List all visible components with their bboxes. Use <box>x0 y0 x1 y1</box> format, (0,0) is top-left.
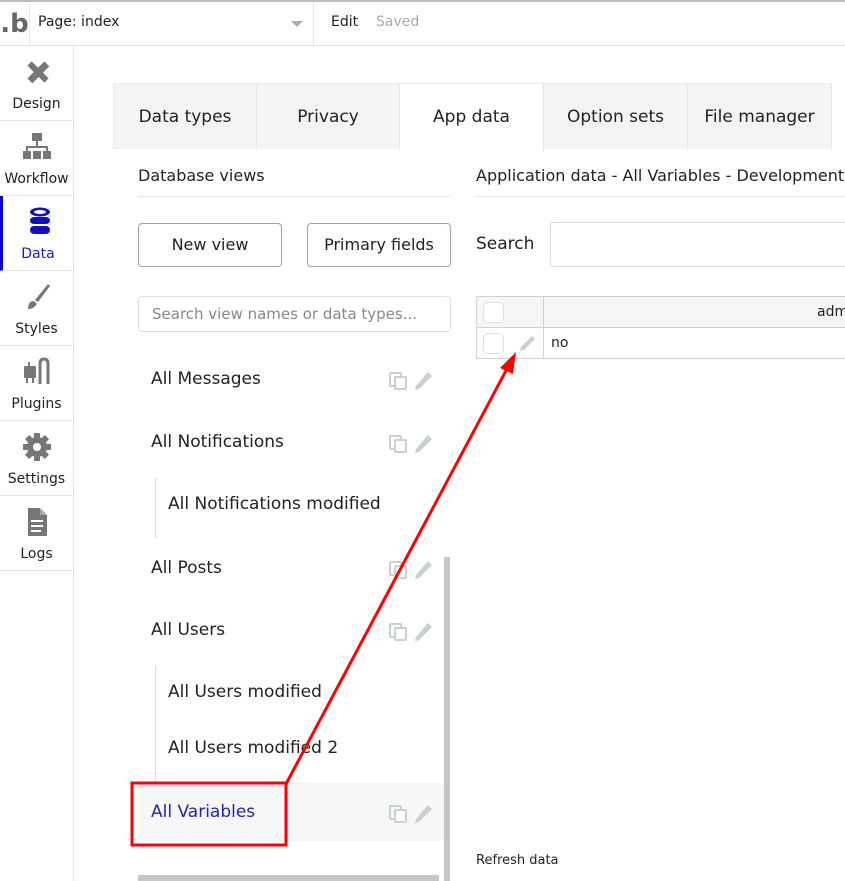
view-name: All Notifications modified <box>168 494 381 514</box>
search-input[interactable] <box>550 222 845 267</box>
table-cell: no <box>551 335 569 351</box>
nav-item-styles[interactable]: Styles <box>0 271 73 346</box>
document-icon <box>28 508 47 536</box>
horizontal-scrollbar[interactable] <box>138 875 439 881</box>
sub-view-guide <box>155 666 156 784</box>
edit-menu[interactable]: Edit <box>331 14 358 30</box>
gear-icon <box>23 433 51 461</box>
view-name: All Variables <box>151 802 256 822</box>
pencil-icon <box>415 435 432 453</box>
nav-label: Data <box>21 246 55 262</box>
view-name: All Posts <box>151 558 222 578</box>
view-actions[interactable] <box>388 559 438 579</box>
copy-icon <box>389 435 407 453</box>
save-status: Saved <box>376 14 420 30</box>
nav-label: Settings <box>7 471 66 487</box>
pencil-icon <box>415 805 432 823</box>
select-col <box>477 297 544 328</box>
database-view-item[interactable]: All Users modified <box>138 663 446 721</box>
copy-icon <box>389 372 407 390</box>
pencil-icon <box>415 623 432 641</box>
sub-view-guide <box>155 478 156 538</box>
copy-icon <box>389 805 407 823</box>
row-checkbox[interactable] <box>483 333 504 354</box>
nav-item-settings[interactable]: Settings <box>0 421 73 496</box>
view-actions-icons <box>389 561 432 579</box>
view-actions-icons <box>389 372 432 390</box>
vertical-scrollbar[interactable] <box>444 557 450 881</box>
nav-label: Styles <box>15 321 58 337</box>
database-view-item[interactable]: All Notifications modified <box>138 475 446 533</box>
side-nav: Design Workflow Data Styles Plugins Sett… <box>0 46 74 881</box>
bubble-logo[interactable]: .b <box>0 4 30 46</box>
pencil-icon[interactable] <box>517 334 537 354</box>
view-name: All Notifications <box>151 432 284 452</box>
database-view-item[interactable]: All Messages <box>138 350 446 408</box>
page-selector-label: Page: index <box>38 14 120 30</box>
view-actions[interactable] <box>388 433 438 453</box>
view-actions-icons <box>389 805 432 823</box>
view-search-input[interactable]: Search view names or data types... <box>138 296 451 332</box>
brush-icon <box>28 284 50 309</box>
table-header: adm <box>477 297 845 328</box>
workflow-icon <box>23 133 51 159</box>
new-view-button[interactable]: New view <box>138 223 282 267</box>
data-table: adm no <box>476 296 845 359</box>
database-view-item[interactable]: All Users <box>138 601 446 659</box>
page-selector[interactable]: Page: index <box>30 2 314 46</box>
nav-item-workflow[interactable]: Workflow <box>0 121 73 196</box>
database-view-item[interactable]: All Users modified 2 <box>138 719 446 777</box>
view-name: All Users modified 2 <box>168 738 339 758</box>
data-tabs: Data types Privacy App data Option sets … <box>113 83 832 151</box>
tab-app-data[interactable]: App data <box>400 84 544 151</box>
view-name: All Users modified <box>168 682 322 702</box>
select-col <box>477 328 544 359</box>
refresh-data-link[interactable]: Refresh data <box>476 853 559 868</box>
nav-label: Logs <box>20 546 53 562</box>
view-actions[interactable] <box>388 621 438 641</box>
tab-privacy[interactable]: Privacy <box>257 84 400 150</box>
database-view-item[interactable]: All Variables <box>138 783 446 841</box>
database-icon <box>30 207 50 234</box>
app-data-title: Application data - All Variables - Devel… <box>476 166 845 185</box>
primary-fields-button[interactable]: Primary fields <box>307 223 451 267</box>
search-label: Search <box>476 234 535 254</box>
copy-icon <box>389 623 407 641</box>
view-name: All Messages <box>151 369 261 389</box>
chevron-down-icon <box>291 21 303 27</box>
pencil-icon <box>415 372 432 390</box>
view-actions-icons <box>389 623 432 641</box>
pencil-icon <box>415 561 432 579</box>
view-actions[interactable] <box>388 803 438 823</box>
database-views-title: Database views <box>138 166 265 185</box>
view-actions-icons <box>389 435 432 453</box>
database-view-item[interactable]: All Posts <box>138 539 446 597</box>
design-icon <box>27 61 50 84</box>
nav-label: Plugins <box>11 396 62 412</box>
nav-item-data[interactable]: Data <box>0 196 73 271</box>
tab-data-types[interactable]: Data types <box>114 84 257 150</box>
nav-item-design[interactable]: Design <box>0 46 73 121</box>
plug-icon <box>24 357 50 384</box>
divider <box>476 196 845 197</box>
nav-label: Workflow <box>4 171 69 187</box>
view-name: All Users <box>151 620 226 640</box>
view-actions[interactable] <box>388 370 438 390</box>
select-all-checkbox[interactable] <box>483 302 504 323</box>
tab-option-sets[interactable]: Option sets <box>544 84 688 150</box>
nav-item-logs[interactable]: Logs <box>0 496 73 571</box>
table-row[interactable]: no <box>477 328 845 359</box>
column-header[interactable]: adm <box>817 304 845 320</box>
copy-icon <box>389 561 407 579</box>
database-view-item[interactable]: All Notifications <box>138 413 446 471</box>
nav-label: Design <box>12 96 61 112</box>
divider <box>138 196 451 197</box>
nav-item-plugins[interactable]: Plugins <box>0 346 73 421</box>
top-bar: .b Page: index Edit Saved <box>0 0 845 46</box>
tab-file-manager[interactable]: File manager <box>688 84 832 150</box>
